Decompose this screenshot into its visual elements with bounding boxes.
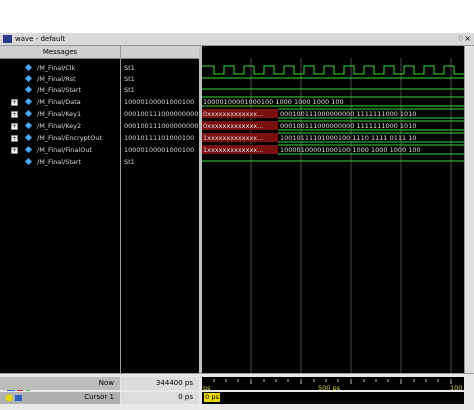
title-bar: wave - default ♢× <box>0 33 474 46</box>
cursor-row[interactable]: Cursor 1 <box>0 392 120 404</box>
signal-value: 000100111000000000 <box>124 110 198 118</box>
encryptout-bus: 1xxxxxxxxxxxxx... 10010111101000100 1110… <box>202 132 464 143</box>
expand-plus-icon[interactable]: + <box>11 123 18 130</box>
signal-diamond-icon <box>24 145 33 154</box>
finalout-x-label: 1xxxxxxxxxxxxx... <box>203 146 263 154</box>
key1-bus: 0xxxxxxxxxxxxx... 000100111000000000 111… <box>202 108 464 119</box>
signal-name: /M_Final/FinalOut <box>37 146 92 154</box>
window-controls[interactable]: ♢× <box>457 33 471 45</box>
cursor-marker[interactable]: 0 ps <box>204 393 220 402</box>
signal-name: /M_Final/Clk <box>37 64 76 72</box>
cursor-track[interactable] <box>202 392 464 404</box>
signal-name: /M_Final/Key2 <box>37 122 82 130</box>
key1-bus-label: 000100111000000000 1111111000 1010 <box>280 110 416 118</box>
signal-value: St1 <box>124 64 135 72</box>
signal-value: 000100111000000000 <box>124 122 198 130</box>
signal-name: /M_Final/Key1 <box>37 110 82 118</box>
signal-row[interactable]: + /M_Final/Key2 <box>0 121 120 132</box>
cursor-edit-icon[interactable] <box>15 395 22 401</box>
messages-header[interactable]: Messages <box>0 46 120 59</box>
now-value-cell: 344400 ps <box>121 377 199 390</box>
signal-value: St1 <box>124 86 135 94</box>
cursor-label: Cursor 1 <box>84 393 114 401</box>
expand-plus-icon[interactable]: + <box>11 99 18 106</box>
signal-value: 10000100001000100 <box>124 146 195 154</box>
signal-name: /M_Final/Start <box>37 86 82 94</box>
signal-row[interactable]: + /M_Final/Key1 <box>0 109 120 120</box>
signal-diamond-icon <box>24 109 33 118</box>
finalout-bus-label: 10000100001000100 1000 1000 1000 100 <box>280 146 421 154</box>
signal-row[interactable]: + /M_Final/Data <box>0 97 120 108</box>
signal-name: /M_Final/Data <box>37 98 81 106</box>
expand-plus-icon[interactable]: + <box>11 147 18 154</box>
ruler-mid-label: 500 ps <box>318 384 341 392</box>
key2-bus-label: 000100111000000000 1111111000 1010 <box>280 122 416 130</box>
signal-row[interactable]: + /M_Final/FinalOut <box>0 145 120 156</box>
signal-name: /M_Final/Start <box>37 158 82 166</box>
now-label: Now <box>98 379 114 387</box>
data-bus-label: 10000100001000100 1000 1000 1000 100 <box>203 98 344 106</box>
signal-diamond-icon <box>24 97 33 106</box>
clk-wave <box>202 65 464 75</box>
finalout-bus: 1xxxxxxxxxxxxx... 10000100001000100 1000… <box>202 144 464 155</box>
signal-name: /M_Final/Rst <box>37 75 76 83</box>
signal-value: 10000100001000100 <box>124 98 195 106</box>
signal-row[interactable]: + /M_Final/EncryptOut <box>0 133 120 144</box>
signal-name: /M_Final/EncryptOut <box>37 134 102 142</box>
wave-window-icon <box>3 35 12 43</box>
signal-diamond-icon <box>24 85 33 94</box>
signal-value: St1 <box>124 75 135 83</box>
ruler-start-label: ps <box>203 384 211 392</box>
signal-row[interactable]: /M_Final/Start <box>0 85 120 96</box>
signal-value: St1 <box>124 158 135 166</box>
key2-x-label: 0xxxxxxxxxxxxx... <box>203 122 263 130</box>
vertical-scrollbar[interactable] <box>464 46 474 373</box>
now-row: Now <box>0 377 120 390</box>
cursor-value-cell[interactable]: 0 ps <box>121 392 199 404</box>
signal-diamond-icon <box>24 133 33 142</box>
now-value: 344400 ps <box>155 379 193 387</box>
signal-diamond-icon <box>24 121 33 130</box>
key1-x-label: 0xxxxxxxxxxxxx... <box>203 110 263 118</box>
signal-value: 10010111101000100 <box>124 134 195 142</box>
signal-row[interactable]: /M_Final/Rst <box>0 74 120 85</box>
values-header[interactable] <box>121 46 199 59</box>
waveform-canvas[interactable]: 10000100001000100 1000 1000 1000 100 0xx… <box>202 58 464 373</box>
time-ruler[interactable]: ps 500 ps 100 <box>202 377 464 392</box>
encryptout-bus-label: 10010111101000100 1110 1111 0111 10 <box>280 134 416 142</box>
data-bus: 10000100001000100 1000 1000 1000 100 <box>202 96 464 107</box>
window-title: wave - default <box>15 35 66 43</box>
encryptout-x-label: 1xxxxxxxxxxxxx... <box>203 134 263 142</box>
expand-plus-icon[interactable]: + <box>11 111 18 118</box>
signal-row[interactable]: /M_Final/Start <box>0 157 120 168</box>
signal-diamond-icon <box>24 157 33 166</box>
ruler-end-label: 100 <box>450 384 462 392</box>
cursor-value: 0 ps <box>178 393 193 401</box>
signal-diamond-icon <box>24 74 33 83</box>
cursor-lock-icon[interactable] <box>5 394 13 402</box>
pane-divider[interactable] <box>120 46 121 409</box>
signal-diamond-icon <box>24 63 33 72</box>
expand-plus-icon[interactable]: + <box>11 135 18 142</box>
key2-bus: 0xxxxxxxxxxxxx... 000100111000000000 111… <box>202 120 464 131</box>
signal-row[interactable]: /M_Final/Clk <box>0 63 120 74</box>
